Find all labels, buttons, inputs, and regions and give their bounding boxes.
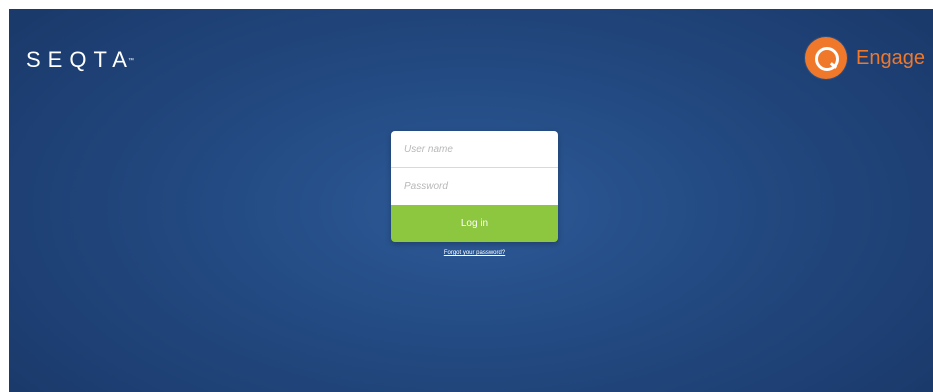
forgot-password-link[interactable]: Forgot your password? — [391, 249, 558, 257]
engage-label: Engage — [856, 47, 925, 69]
engage-brand: Engage — [805, 36, 925, 80]
seqta-logo: SEQTA™ — [26, 48, 140, 72]
trademark-mark: ™ — [127, 58, 134, 64]
login-screen: SEQTA™ Engage Log in Forgot your passwor… — [9, 9, 933, 392]
username-input[interactable] — [391, 131, 558, 168]
password-input[interactable] — [391, 168, 558, 205]
login-button[interactable]: Log in — [391, 205, 558, 242]
login-form: Log in — [391, 131, 558, 242]
seqta-logo-text: SEQTA — [26, 47, 134, 72]
engage-q-logo-icon — [805, 37, 848, 79]
